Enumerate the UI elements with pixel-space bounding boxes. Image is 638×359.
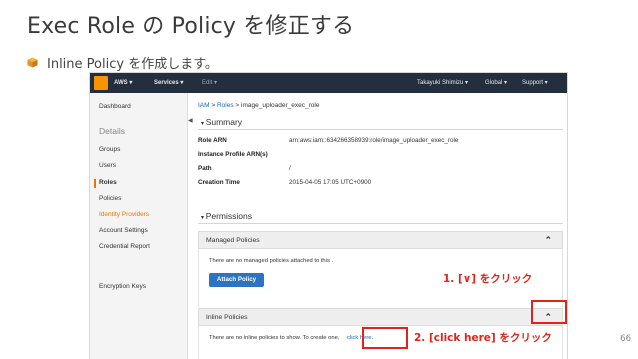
permissions-divider — [198, 223, 563, 224]
permissions-title: Permissions — [205, 211, 252, 221]
bullet-text: Inline Policy を作成します。 — [47, 57, 218, 72]
sidebar-item-roles[interactable]: Roles — [99, 179, 117, 186]
iam-sidebar: Dashboard Details Groups Users Roles Pol… — [90, 93, 188, 359]
inline-empty-message: There are no inline policies to show. To… — [209, 335, 340, 341]
role-arn-value: arn:aws:iam::634266358939:role/image_upl… — [289, 137, 459, 144]
region-menu[interactable]: Global ▾ — [485, 79, 507, 86]
cube-bullet-icon — [27, 57, 38, 68]
summary-title: Summary — [205, 117, 243, 127]
user-label: Takayuki Shimizu — [417, 80, 464, 86]
aws-brand-menu[interactable]: AWS ▾ — [114, 79, 132, 86]
slide-title: Exec Role の Policy を修正する — [27, 14, 355, 39]
breadcrumb-current: image_uploader_exec_role — [241, 102, 320, 109]
inline-policies-header[interactable]: Inline Policies ⌃ — [198, 308, 563, 326]
creation-time-value: 2015-04-05 17:05 UTC+0900 — [289, 179, 372, 186]
support-menu[interactable]: Support ▾ — [522, 79, 548, 86]
edit-menu[interactable]: Edit ▾ — [202, 79, 217, 86]
permissions-toggle[interactable]: ▾ Permissions — [201, 211, 252, 221]
summary-toggle[interactable]: ▾ Summary — [201, 117, 242, 127]
user-menu[interactable]: Takayuki Shimizu ▾ — [417, 79, 468, 86]
sidebar-item-users[interactable]: Users — [99, 162, 116, 169]
active-marker — [94, 179, 96, 188]
sidebar-item-encryption-keys[interactable]: Encryption Keys — [99, 283, 146, 290]
creation-time-label: Creation Time — [198, 179, 240, 186]
role-detail-pane: IAM > Roles > image_uploader_exec_role ▾… — [195, 93, 567, 359]
summary-divider — [198, 129, 563, 130]
edit-label: Edit — [202, 80, 213, 86]
services-menu[interactable]: Services ▾ — [154, 79, 183, 86]
bullet-line: Inline Policy を作成します。 — [27, 53, 218, 72]
aws-console-screenshot: AWS ▾ Services ▾ Edit ▾ Takayuki Shimizu… — [90, 73, 567, 359]
inline-policies-title: Inline Policies — [206, 314, 248, 321]
breadcrumb-roles[interactable]: Roles — [217, 102, 234, 109]
sidebar-item-dashboard[interactable]: Dashboard — [99, 103, 131, 110]
page-number: 66 — [620, 334, 631, 344]
path-label: Path — [198, 165, 212, 172]
attach-policy-button[interactable]: Attach Policy — [209, 273, 264, 287]
path-value: / — [289, 165, 291, 172]
region-label: Global — [485, 80, 503, 86]
sidebar-item-groups[interactable]: Groups — [99, 146, 120, 153]
highlight-expand-inline — [531, 300, 567, 324]
managed-empty-text: There are no managed policies attached t… — [209, 258, 334, 264]
instance-profile-label: Instance Profile ARN(s) — [198, 151, 268, 158]
collapse-sidebar-icon[interactable]: ◀ — [188, 117, 193, 124]
breadcrumb-iam[interactable]: IAM — [198, 102, 210, 109]
managed-policies-title: Managed Policies — [206, 237, 260, 244]
highlight-click-here — [362, 327, 408, 349]
aws-brand-label: AWS — [114, 80, 128, 86]
annotation-step-2: 2. [click here] をクリック — [414, 332, 552, 344]
support-label: Support — [522, 80, 544, 86]
sidebar-item-account-settings[interactable]: Account Settings — [99, 227, 148, 234]
console-topbar: AWS ▾ Services ▾ Edit ▾ Takayuki Shimizu… — [90, 73, 567, 93]
annotation-step-1: 1. [∨] をクリック — [443, 273, 533, 285]
services-label: Services — [154, 80, 179, 86]
breadcrumb: IAM > Roles > image_uploader_exec_role — [198, 102, 319, 109]
role-arn-label: Role ARN — [198, 137, 227, 144]
sidebar-item-identity-providers[interactable]: Identity Providers — [99, 211, 149, 218]
chevron-up-icon[interactable]: ⌃ — [544, 235, 552, 246]
sidebar-item-credential-report[interactable]: Credential Report — [99, 243, 150, 250]
managed-policies-header[interactable]: Managed Policies ⌃ — [198, 231, 563, 249]
inline-empty-text: There are no inline policies to show. To… — [209, 335, 373, 341]
sidebar-heading-details: Details — [99, 126, 125, 136]
sidebar-item-policies[interactable]: Policies — [99, 195, 121, 202]
aws-logo-icon[interactable] — [94, 76, 108, 90]
